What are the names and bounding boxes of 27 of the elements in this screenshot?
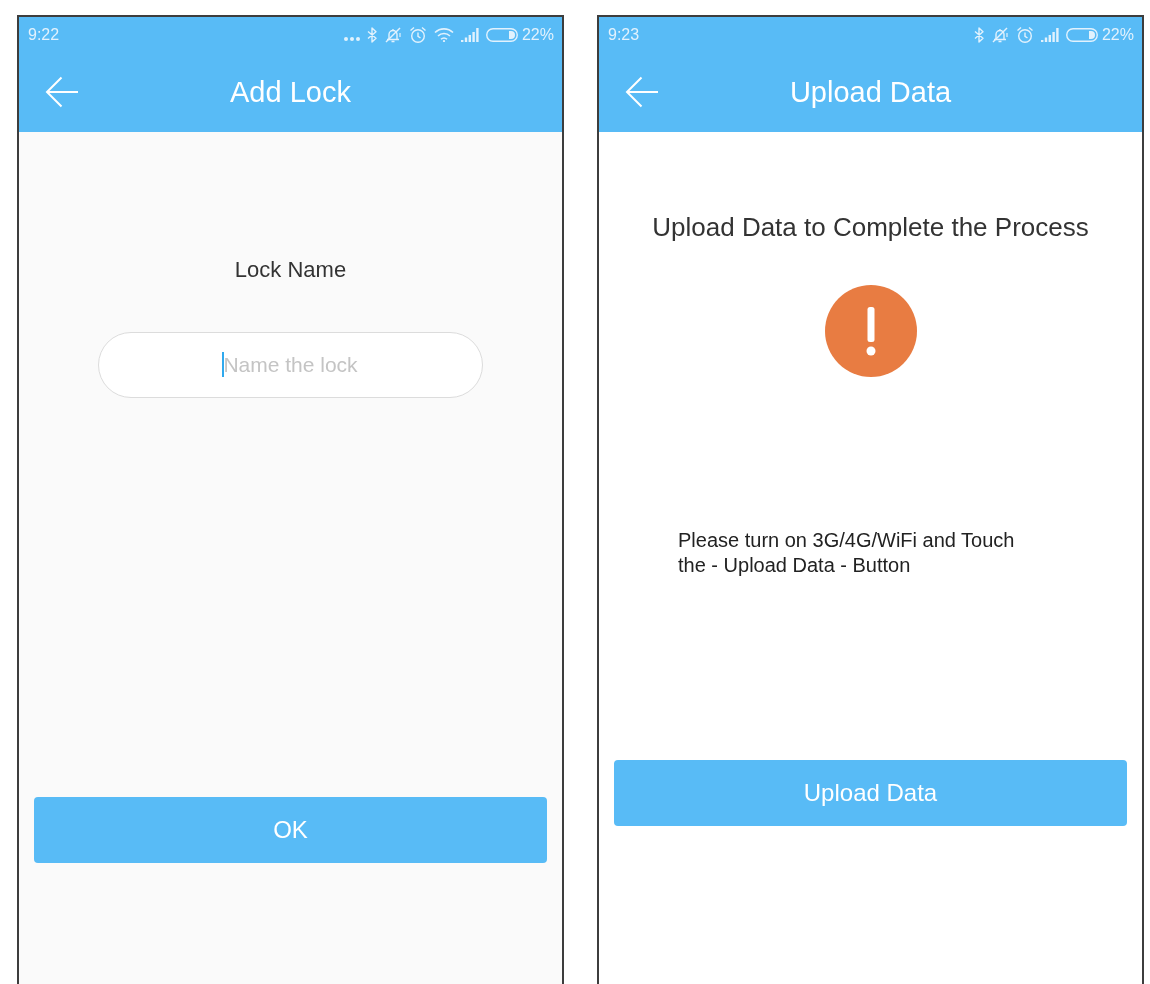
lock-name-field[interactable]: Name the lock: [98, 332, 483, 398]
wifi-icon: [433, 27, 454, 42]
upload-data-button[interactable]: Upload Data: [614, 760, 1127, 826]
bluetooth-icon: [366, 26, 377, 43]
screen-title: Upload Data: [789, 75, 952, 110]
alert-icon: [824, 285, 917, 377]
status-time: 9:23: [608, 24, 640, 45]
alarm-clock-icon: [1015, 25, 1034, 44]
status-time: 9:22: [28, 24, 60, 45]
back-arrow-icon[interactable]: [45, 76, 79, 108]
back-arrow-icon[interactable]: [625, 76, 659, 108]
battery-percentage: 22%: [521, 24, 554, 45]
signal-bars-icon: [1040, 27, 1059, 42]
screen-title: Add Lock: [230, 75, 351, 110]
lock-name-label: Lock Name: [234, 257, 347, 283]
battery-percentage: 22%: [1101, 24, 1134, 45]
bluetooth-icon: [973, 26, 984, 43]
page-heading: Upload Data to Complete the Process: [652, 212, 1089, 242]
signal-bars-icon: [460, 27, 479, 42]
alarm-clock-icon: [408, 25, 427, 44]
muted-bell-icon: [990, 26, 1009, 43]
instruction-text: Please turn on 3G/4G/WiFi and Touch the - Upload Data - Button: [678, 528, 1016, 578]
battery-icon: [1065, 27, 1098, 42]
more-dots-icon: [343, 36, 360, 41]
ok-button[interactable]: OK: [34, 797, 547, 863]
muted-bell-icon: [383, 26, 402, 43]
battery-icon: [485, 27, 518, 42]
